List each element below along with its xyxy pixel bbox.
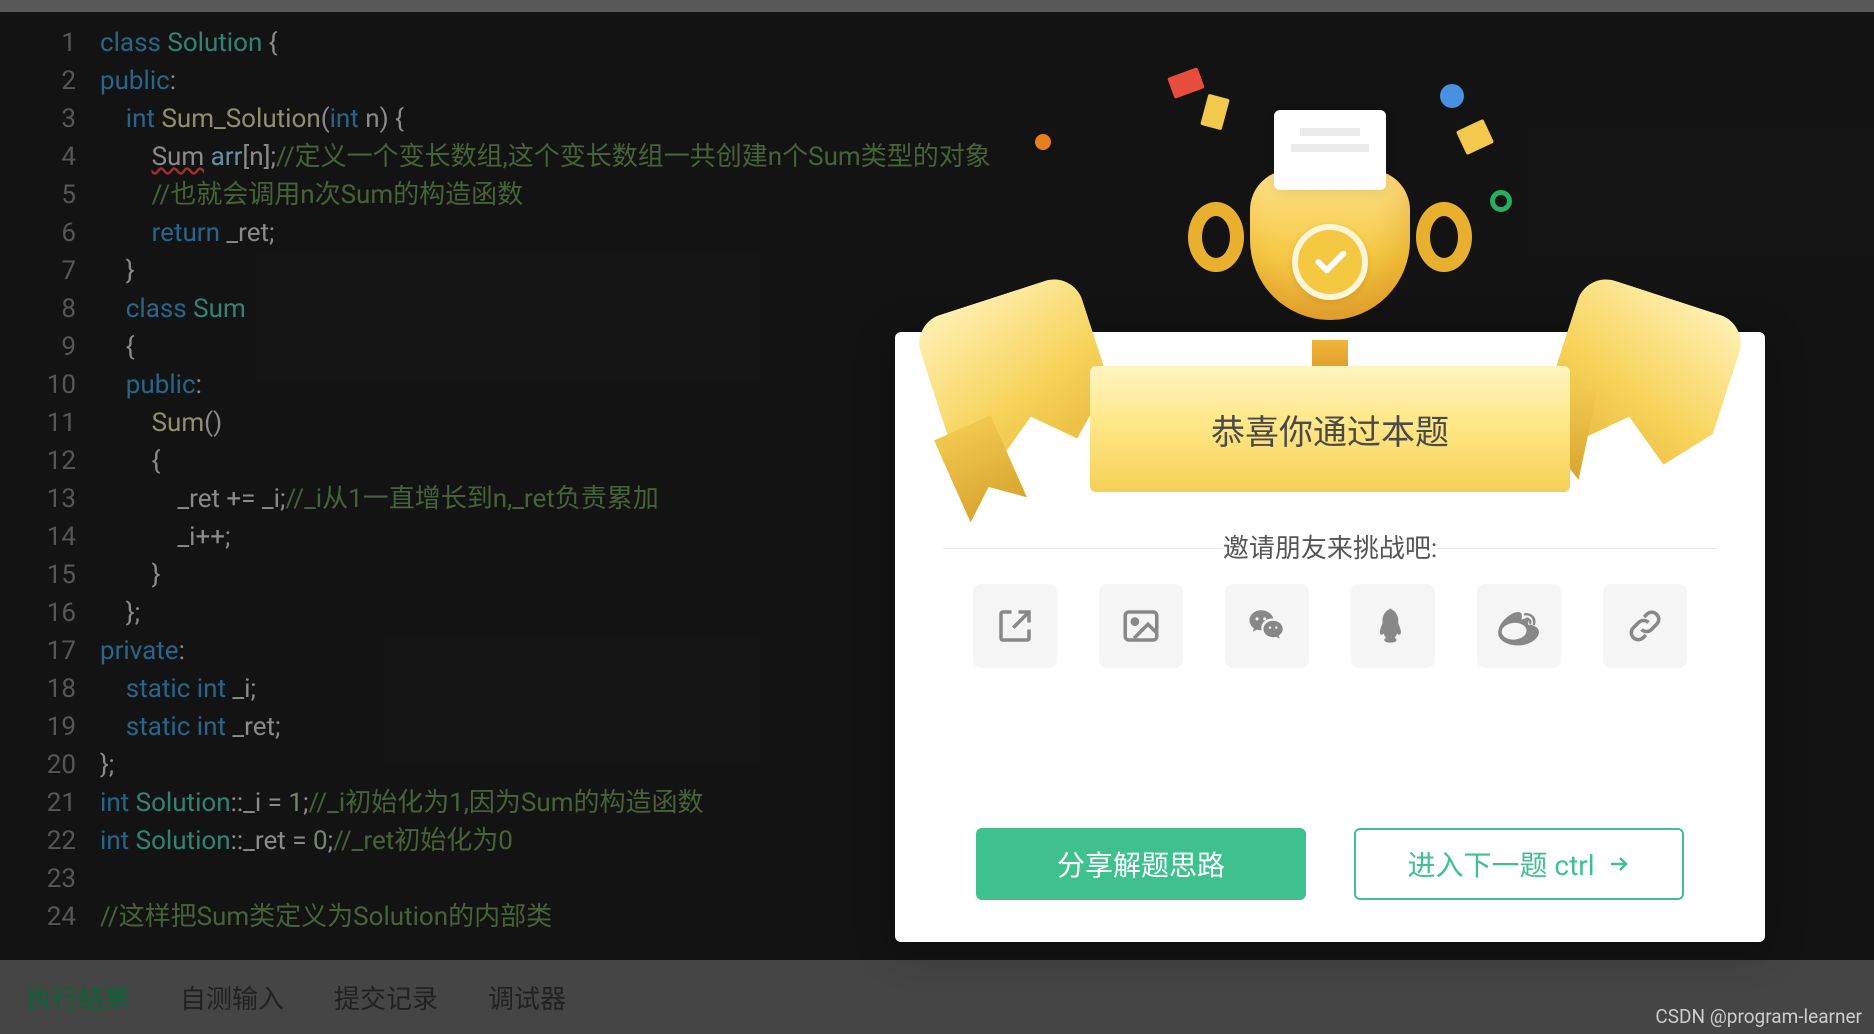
share-link-icon[interactable] [1603, 584, 1687, 668]
share-weibo-icon[interactable] [1477, 584, 1561, 668]
share-open-external-icon[interactable] [973, 584, 1057, 668]
ribbon: 恭喜你通过本题 [980, 320, 1680, 520]
share-row [895, 584, 1765, 668]
watermark: CSDN @program-learner [1655, 1005, 1862, 1028]
arrow-right-icon [1607, 852, 1631, 876]
share-wechat-icon[interactable] [1225, 584, 1309, 668]
invite-text: 邀请朋友来挑战吧: [895, 528, 1765, 565]
next-problem-button[interactable]: 进入下一题 ctrl [1354, 828, 1684, 900]
success-title: 恭喜你通过本题 [1090, 366, 1570, 492]
share-qq-icon[interactable] [1351, 584, 1435, 668]
close-icon[interactable] [1713, 354, 1739, 380]
next-problem-label: 进入下一题 ctrl [1407, 844, 1594, 884]
divider [1437, 548, 1717, 549]
action-row: 分享解题思路 进入下一题 ctrl [895, 828, 1765, 900]
success-modal: 恭喜你通过本题 邀请朋友来挑战吧: 分享解题思路 进入下一题 ctrl [895, 332, 1765, 942]
share-image-icon[interactable] [1099, 584, 1183, 668]
share-solution-button[interactable]: 分享解题思路 [976, 828, 1306, 900]
